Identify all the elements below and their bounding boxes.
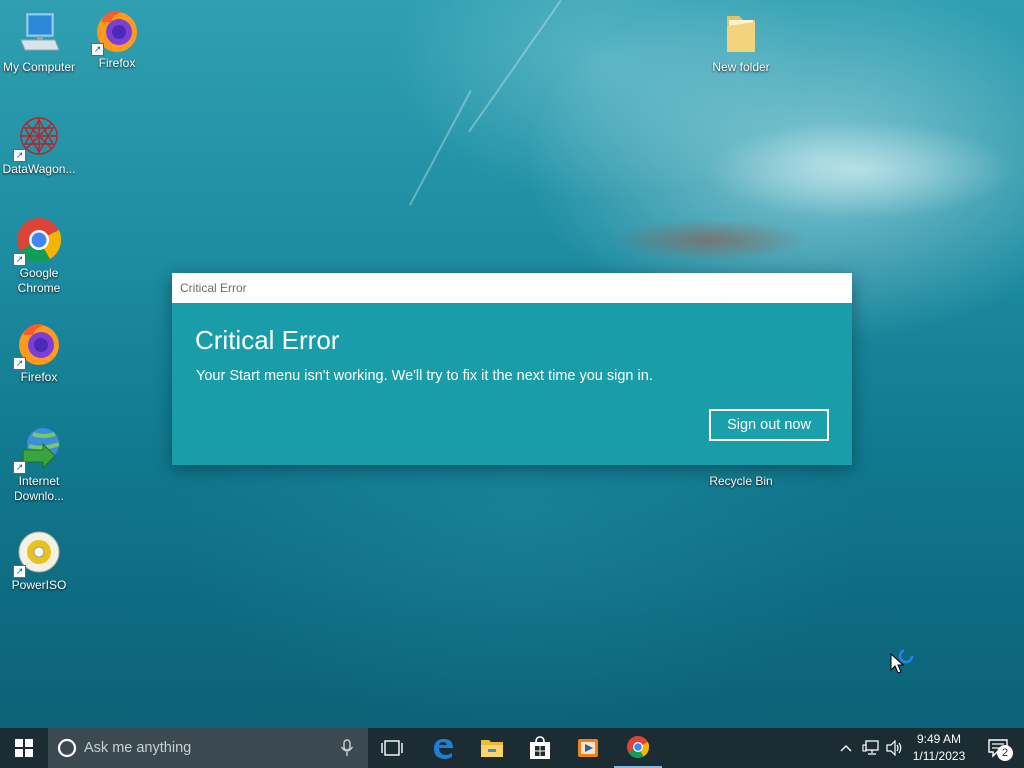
notification-count-badge: 2 — [997, 745, 1013, 761]
desktop-icon-label: New folder — [712, 60, 770, 74]
firefox-icon: ↗ — [91, 6, 141, 56]
chrome-icon — [627, 736, 650, 758]
chrome-icon: ↗ — [13, 216, 63, 266]
light-ray — [408, 90, 472, 206]
volume-button[interactable] — [884, 728, 906, 768]
desktop-icon-label: Recycle Bin — [709, 474, 773, 488]
taskbar-file-explorer-button[interactable] — [468, 728, 516, 768]
shortcut-arrow-icon: ↗ — [13, 565, 26, 578]
desktop-icon-recycle-bin[interactable]: Recycle Bin — [702, 474, 780, 489]
microphone-icon[interactable] — [340, 739, 354, 757]
shortcut-arrow-icon: ↗ — [13, 253, 26, 266]
taskbar-media-player-button[interactable] — [564, 728, 612, 768]
light-ray — [468, 0, 562, 133]
action-center-button[interactable]: 2 — [978, 728, 1018, 768]
dialog-message: Your Start menu isn't working. We'll try… — [196, 368, 653, 384]
desktop-icon-my-computer[interactable]: My Computer — [0, 10, 78, 75]
edge-icon — [434, 739, 453, 759]
search-placeholder: Ask me anything — [84, 740, 192, 756]
sign-out-now-button[interactable]: Sign out now — [709, 409, 829, 441]
speaker-icon — [886, 740, 902, 756]
chevron-up-icon — [840, 745, 852, 752]
desktop-icon-firefox[interactable]: ↗ Firefox — [0, 320, 78, 385]
taskbar: Ask me anything 9:49 AM 1/11/2023 2 — [0, 728, 1024, 768]
download-manager-icon: ↗ — [13, 424, 63, 474]
clock-time: 9:49 AM — [916, 732, 962, 746]
dialog-titlebar[interactable]: Critical Error — [172, 273, 852, 303]
cortana-circle-icon — [57, 738, 77, 758]
shortcut-arrow-icon: ↗ — [13, 461, 26, 474]
datawagon-icon: ↗ — [13, 112, 63, 162]
desktop-icon-poweriso[interactable]: ↗ PowerISO — [0, 528, 78, 593]
desktop-icon-new-folder[interactable]: New folder — [702, 10, 780, 75]
show-hidden-icons-button[interactable] — [836, 728, 856, 768]
desktop-icon-firefox-top[interactable]: ↗ Firefox — [78, 6, 156, 71]
desktop-icon-label: DataWagon... — [2, 162, 76, 176]
desktop-icon-label: Firefox — [20, 370, 58, 384]
shortcut-arrow-icon: ↗ — [91, 43, 104, 56]
network-status-button[interactable] — [860, 728, 882, 768]
windows-logo-icon — [15, 739, 33, 757]
media-player-icon — [578, 739, 598, 757]
desktop-icon-label: Firefox — [98, 56, 136, 70]
desktop-icon-label: My Computer — [2, 60, 76, 74]
network-icon — [862, 740, 879, 755]
desktop-icon-label: PowerISO — [11, 578, 67, 592]
shortcut-arrow-icon: ↗ — [13, 357, 26, 370]
desktop-icon-label: Google Chrome — [17, 266, 61, 295]
cortana-search-box[interactable]: Ask me anything — [48, 728, 368, 768]
poweriso-icon: ↗ — [13, 528, 63, 578]
store-icon — [530, 736, 550, 759]
seabed-rocks — [560, 195, 850, 275]
taskbar-chrome-button[interactable] — [614, 728, 662, 768]
desktop-icon-internet-download-manager[interactable]: ↗ Internet Downlo... — [0, 424, 78, 504]
critical-error-dialog: Critical Error Critical Error Your Start… — [172, 273, 852, 465]
desktop-icon-label: Internet Downlo... — [13, 474, 65, 503]
start-button[interactable] — [0, 728, 48, 768]
task-view-button[interactable] — [368, 728, 416, 768]
task-view-icon — [381, 740, 403, 756]
shortcut-arrow-icon: ↗ — [13, 149, 26, 162]
clock[interactable]: 9:49 AM 1/11/2023 — [908, 731, 970, 767]
desktop-icon-google-chrome[interactable]: ↗ Google Chrome — [0, 216, 78, 296]
computer-icon — [15, 10, 63, 58]
taskbar-store-button[interactable] — [516, 728, 564, 768]
desktop-icon-datawagon[interactable]: ↗ DataWagon... — [0, 112, 78, 177]
firefox-icon: ↗ — [13, 320, 63, 370]
busy-cursor-icon — [890, 646, 916, 679]
file-explorer-icon — [481, 740, 503, 757]
dialog-heading: Critical Error — [195, 325, 340, 355]
folder-icon — [717, 10, 765, 58]
clock-date: 1/11/2023 — [912, 749, 966, 763]
taskbar-edge-button[interactable] — [419, 728, 467, 768]
